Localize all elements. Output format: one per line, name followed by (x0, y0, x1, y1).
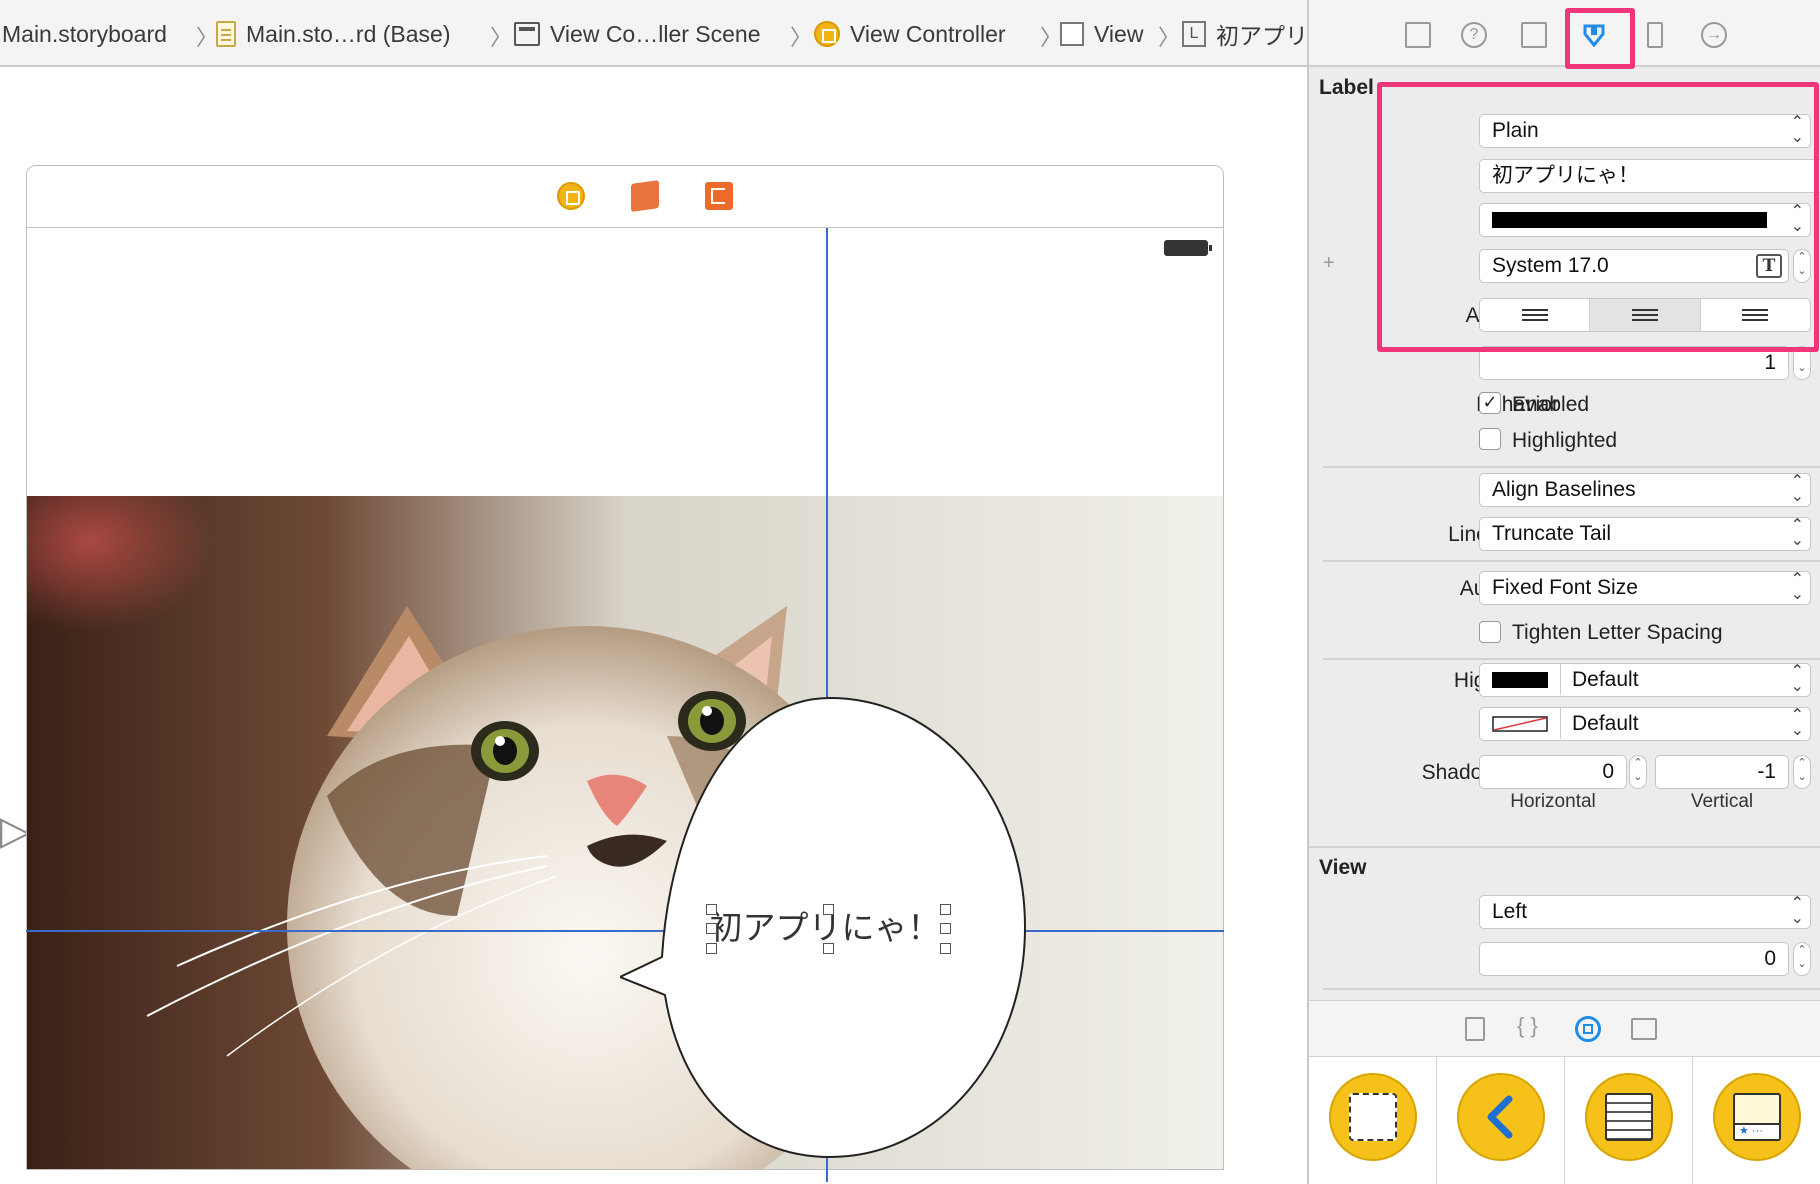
identity-inspector-icon[interactable] (1521, 22, 1547, 48)
navigation-controller-object-icon (1457, 1073, 1545, 1161)
resize-handle[interactable] (706, 943, 717, 954)
view-controller-object-icon (1329, 1073, 1417, 1161)
annotation-highlight-box (1565, 8, 1635, 69)
resize-handle[interactable] (706, 923, 717, 934)
table-view-controller-object-icon (1585, 1073, 1673, 1161)
code-snippet-library-icon[interactable]: { } (1517, 1013, 1538, 1039)
content-mode-popup[interactable]: Left ⌃ ⌄ (1479, 895, 1811, 929)
color-swatch (1492, 672, 1548, 688)
breadcrumb-item-view[interactable]: View (1060, 18, 1143, 50)
view-section-title: View (1319, 856, 1367, 879)
view-controller-icon[interactable] (557, 182, 585, 210)
line-breaks-value: Truncate Tail (1492, 522, 1612, 545)
popup-arrows-icon: ⌃ ⌄ (1790, 707, 1804, 739)
breadcrumb-label: View Controller (850, 20, 1006, 47)
divider (1323, 658, 1820, 660)
autoshrink-popup[interactable]: Fixed Font Size ⌃ ⌄ (1479, 571, 1811, 605)
divider (1560, 664, 1561, 695)
breadcrumb-item-storyboard[interactable]: Main.storyboard (2, 18, 167, 50)
label-icon: L (1182, 21, 1206, 47)
label-section-title: Label (1319, 76, 1374, 99)
media-library-icon[interactable] (1631, 1018, 1657, 1040)
library-selector-bar: { } (1309, 1000, 1820, 1056)
library-item-navigation-controller[interactable] (1437, 1057, 1565, 1184)
connections-inspector-icon[interactable]: → (1701, 22, 1727, 48)
tighten-letter-spacing-checkbox[interactable] (1479, 621, 1501, 643)
autoshrink-value: Fixed Font Size (1492, 576, 1638, 599)
divider (1323, 560, 1820, 562)
battery-icon (1164, 240, 1212, 256)
chevron-right-icon: 〉 (490, 25, 513, 50)
library-item-tab-bar-controller[interactable]: ★ ··· (1693, 1057, 1820, 1184)
shadow-offset-vertical-field[interactable]: -1 (1655, 755, 1789, 789)
view-controller-icon (814, 21, 840, 47)
resize-handle[interactable] (940, 943, 951, 954)
resize-handle[interactable] (706, 904, 717, 915)
view-icon (1060, 22, 1084, 46)
baseline-popup[interactable]: Align Baselines ⌃ ⌄ (1479, 473, 1811, 507)
popup-arrows-icon: ⌃ ⌄ (1790, 517, 1804, 549)
library-item-view-controller[interactable] (1309, 1057, 1437, 1184)
shadow-offset-horizontal-field[interactable]: 0 (1479, 755, 1627, 789)
breadcrumb-label: Main.sto…rd (Base) (246, 20, 451, 47)
content-mode-value: Left (1492, 900, 1528, 923)
jump-bar: Main.storyboard 〉 Main.sto…rd (Base) 〉 V… (0, 0, 1377, 67)
object-library-grid: ★ ··· (1309, 1056, 1820, 1184)
highlighted-checkbox[interactable] (1479, 428, 1501, 450)
library-item-table-view-controller[interactable] (1565, 1057, 1693, 1184)
tighten-letter-spacing-label: Tighten Letter Spacing (1512, 621, 1723, 644)
resize-handle[interactable] (823, 943, 834, 954)
file-template-library-icon[interactable] (1465, 1017, 1485, 1041)
shadow-offset-vertical-stepper[interactable]: ⌃ ⌄ (1793, 755, 1811, 789)
divider (1323, 988, 1820, 990)
file-inspector-icon[interactable] (1405, 22, 1431, 48)
popup-arrows-icon: ⌃ ⌄ (1790, 473, 1804, 505)
breadcrumb-item-view-controller[interactable]: View Controller (814, 18, 1006, 50)
annotation-highlight-box (1377, 82, 1819, 352)
quick-help-icon[interactable]: ? (1461, 22, 1487, 48)
first-responder-icon[interactable] (631, 180, 659, 212)
breadcrumb-label: View (1094, 20, 1144, 47)
size-inspector-icon[interactable] (1647, 22, 1663, 48)
breadcrumb-label: View Co…ller Scene (550, 20, 761, 47)
resize-handle[interactable] (940, 923, 951, 934)
chevron-right-icon: 〉 (1040, 25, 1063, 50)
inspector-selector-bar: ? → (1309, 0, 1820, 69)
divider (1323, 466, 1820, 468)
enabled-checkbox[interactable]: ✓ (1479, 392, 1501, 414)
resize-handle[interactable] (940, 904, 951, 915)
object-library-icon[interactable] (1575, 1016, 1601, 1042)
tag-field[interactable]: 0 (1479, 942, 1789, 976)
scene-dock (27, 166, 1223, 228)
breadcrumb-label: Main.storyboard (2, 20, 167, 47)
chevron-right-icon: 〉 (1158, 25, 1181, 50)
shadow-value: Default (1572, 712, 1639, 735)
no-color-swatch (1492, 716, 1548, 732)
highlighted-color-value: Default (1572, 668, 1639, 691)
line-breaks-popup[interactable]: Truncate Tail ⌃ ⌄ (1479, 517, 1811, 551)
vertical-sublabel: Vertical (1690, 791, 1754, 812)
horizontal-sublabel: Horizontal (1510, 791, 1596, 812)
scene-icon (514, 22, 540, 46)
chevron-right-icon: 〉 (790, 25, 813, 50)
breadcrumb-item-storyboard-base[interactable]: Main.sto…rd (Base) (216, 18, 451, 50)
popup-arrows-icon: ⌃ ⌄ (1790, 663, 1804, 695)
highlighted-label: Highlighted (1512, 429, 1618, 452)
popup-arrows-icon: ⌃ ⌄ (1790, 571, 1804, 603)
resize-handle[interactable] (823, 904, 834, 915)
shadow-popup[interactable]: Default ⌃ ⌄ (1479, 707, 1811, 741)
popup-arrows-icon: ⌃ ⌄ (1790, 895, 1804, 927)
tag-stepper[interactable]: ⌃ ⌄ (1793, 942, 1811, 976)
storyboard-file-icon (216, 21, 236, 47)
shadow-offset-horizontal-stepper[interactable]: ⌃ ⌄ (1629, 755, 1647, 789)
baseline-value: Align Baselines (1492, 478, 1636, 501)
enabled-label: Enabled (1512, 393, 1590, 416)
highlighted-color-popup[interactable]: Default ⌃ ⌄ (1479, 663, 1811, 697)
tab-bar-controller-object-icon: ★ ··· (1713, 1073, 1801, 1161)
chevron-right-icon: 〉 (196, 25, 219, 50)
exit-icon[interactable] (705, 182, 733, 210)
divider (1309, 846, 1820, 848)
breadcrumb-item-scene[interactable]: View Co…ller Scene (514, 18, 761, 50)
divider (1560, 708, 1561, 739)
